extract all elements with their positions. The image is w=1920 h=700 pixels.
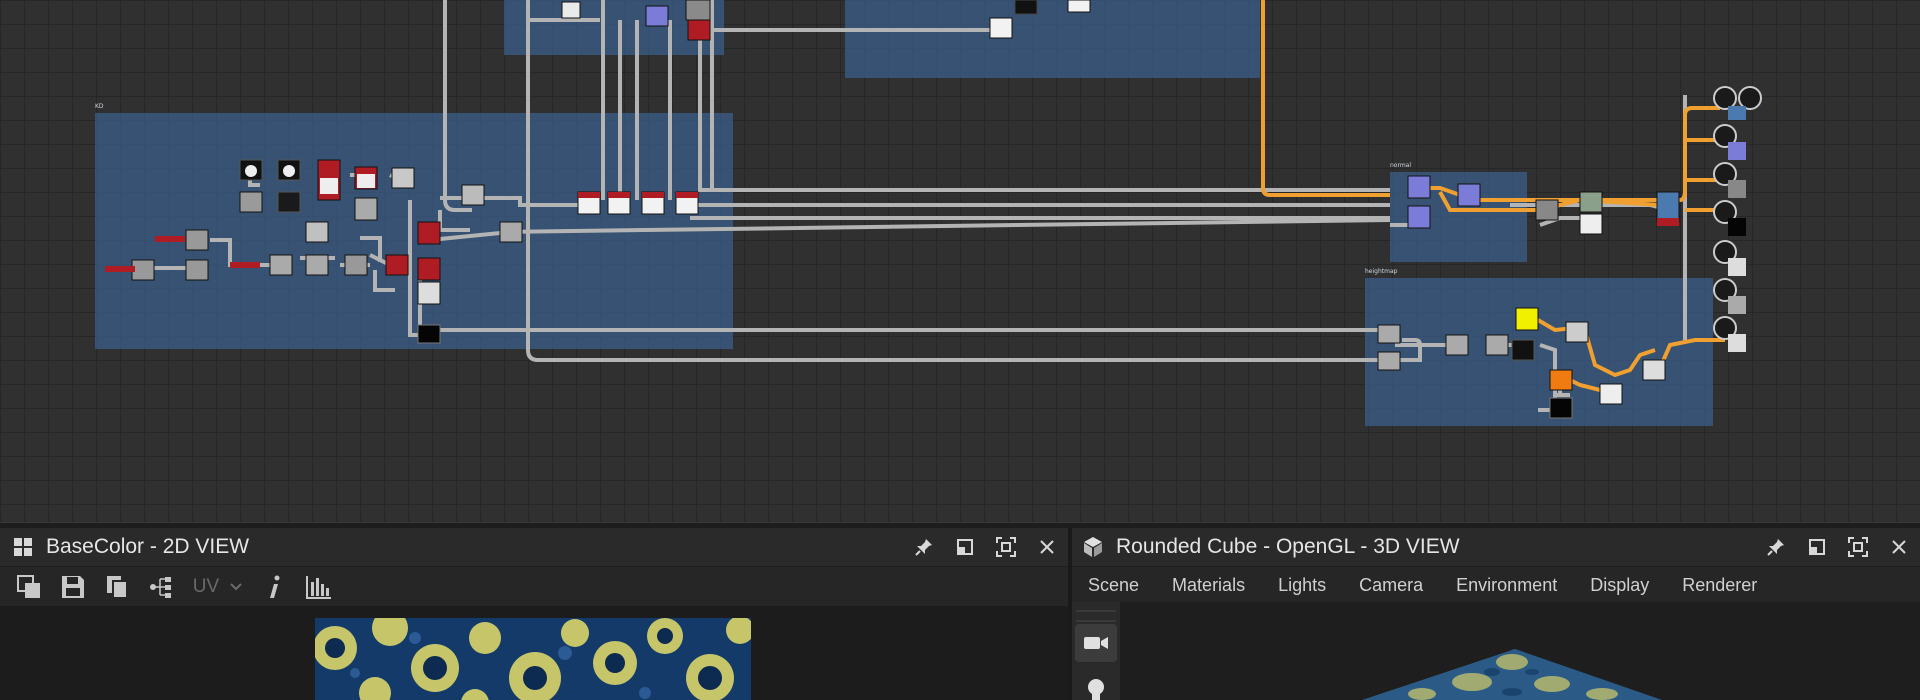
pin-icon[interactable] [909,532,939,562]
node[interactable] [1656,191,1680,223]
frame-label-kd: KD [95,103,104,110]
node[interactable] [1377,351,1401,371]
node[interactable] [230,262,260,268]
node[interactable] [105,266,135,272]
frame-top-right[interactable] [845,0,1260,78]
view-2d-icon [12,536,34,558]
frame-label-heightmap: heightmap [1365,268,1398,275]
panel-2d-view: BaseColor - 2D VIEW UV [0,528,1068,700]
node[interactable] [1445,334,1469,356]
node[interactable] [1407,205,1431,229]
node[interactable] [417,257,441,281]
menu-camera[interactable]: Camera [1359,575,1423,596]
panel-2d-titlebar: BaseColor - 2D VIEW [0,528,1068,567]
frame-label-normal: normal [1390,162,1412,169]
node[interactable] [1599,383,1623,405]
node[interactable] [239,191,263,213]
node[interactable] [385,254,409,276]
node[interactable] [1549,397,1573,419]
node[interactable] [1014,0,1038,15]
graph-svg [95,0,1762,426]
node[interactable] [1407,175,1431,199]
node[interactable] [1642,359,1666,381]
maximize-icon[interactable] [991,532,1021,562]
node[interactable] [687,19,711,41]
menu-environment[interactable]: Environment [1456,575,1557,596]
node[interactable] [1485,334,1509,356]
node[interactable] [417,221,441,245]
histogram-icon[interactable] [300,571,338,603]
float-panel-icon[interactable] [1802,532,1832,562]
pin-icon[interactable] [1761,532,1791,562]
node[interactable] [185,259,209,281]
node[interactable] [1457,183,1481,207]
uv-dropdown[interactable]: UV [186,576,250,598]
maximize-icon[interactable] [1843,532,1873,562]
menu-lights[interactable]: Lights [1278,575,1326,596]
node[interactable] [354,197,378,221]
menu-renderer[interactable]: Renderer [1682,575,1757,596]
panel-3d-title: Rounded Cube - OpenGL - 3D VIEW [1116,535,1460,558]
node[interactable] [155,236,185,242]
save-icon[interactable] [54,571,92,603]
float-panel-icon[interactable] [950,532,980,562]
close-icon[interactable] [1884,532,1914,562]
node[interactable] [131,259,155,281]
basecolor-texture-preview [315,618,751,700]
node[interactable] [417,324,441,344]
node[interactable] [499,221,523,243]
node[interactable] [1549,369,1573,391]
copy-to-clipboard-icon[interactable] [10,571,48,603]
node[interactable] [1579,191,1603,213]
panel-3d-view: Rounded Cube - OpenGL - 3D VIEW Scene Ma… [1072,528,1920,700]
node[interactable] [277,191,301,213]
panel-3d-titlebar: Rounded Cube - OpenGL - 3D VIEW [1072,528,1920,567]
uv-label: UV [192,576,220,597]
info-icon[interactable] [256,571,294,603]
node[interactable] [1377,324,1401,344]
share-icon[interactable] [142,571,180,603]
node[interactable] [344,254,368,276]
output-nodes[interactable] [1713,86,1762,352]
node[interactable] [1511,339,1535,361]
menu-materials[interactable]: Materials [1172,575,1245,596]
node[interactable] [305,221,329,243]
panel-2d-toolbar: UV [0,567,1068,607]
node[interactable] [685,0,711,21]
node[interactable] [305,254,329,276]
close-icon[interactable] [1032,532,1062,562]
node[interactable] [561,1,581,19]
copy-icon[interactable] [98,571,136,603]
menu-display[interactable]: Display [1590,575,1649,596]
opengl-3d-viewport[interactable] [1072,602,1920,700]
node[interactable] [185,229,209,251]
node[interactable] [989,17,1013,39]
node[interactable] [417,281,441,305]
node[interactable] [1515,307,1539,331]
node[interactable] [1565,321,1589,343]
panel-2d-title: BaseColor - 2D VIEW [46,535,250,558]
node[interactable] [1535,199,1559,221]
menu-scene[interactable]: Scene [1088,575,1139,596]
node[interactable] [461,184,485,206]
chevron-down-icon [230,583,242,591]
node[interactable] [391,167,415,189]
node[interactable] [1067,0,1091,13]
node[interactable] [269,254,293,276]
node-graph-canvas[interactable]: KD normal heightmap [0,0,1920,522]
texture-2d-viewport[interactable] [0,606,1068,700]
rounded-cube-render [1362,649,1662,700]
node[interactable] [1579,213,1603,235]
panel-3d-menubar: Scene Materials Lights Camera Environmen… [1072,567,1920,603]
cube-icon [1082,536,1104,558]
frame-heightmap[interactable] [1365,278,1713,426]
node[interactable] [645,5,669,27]
